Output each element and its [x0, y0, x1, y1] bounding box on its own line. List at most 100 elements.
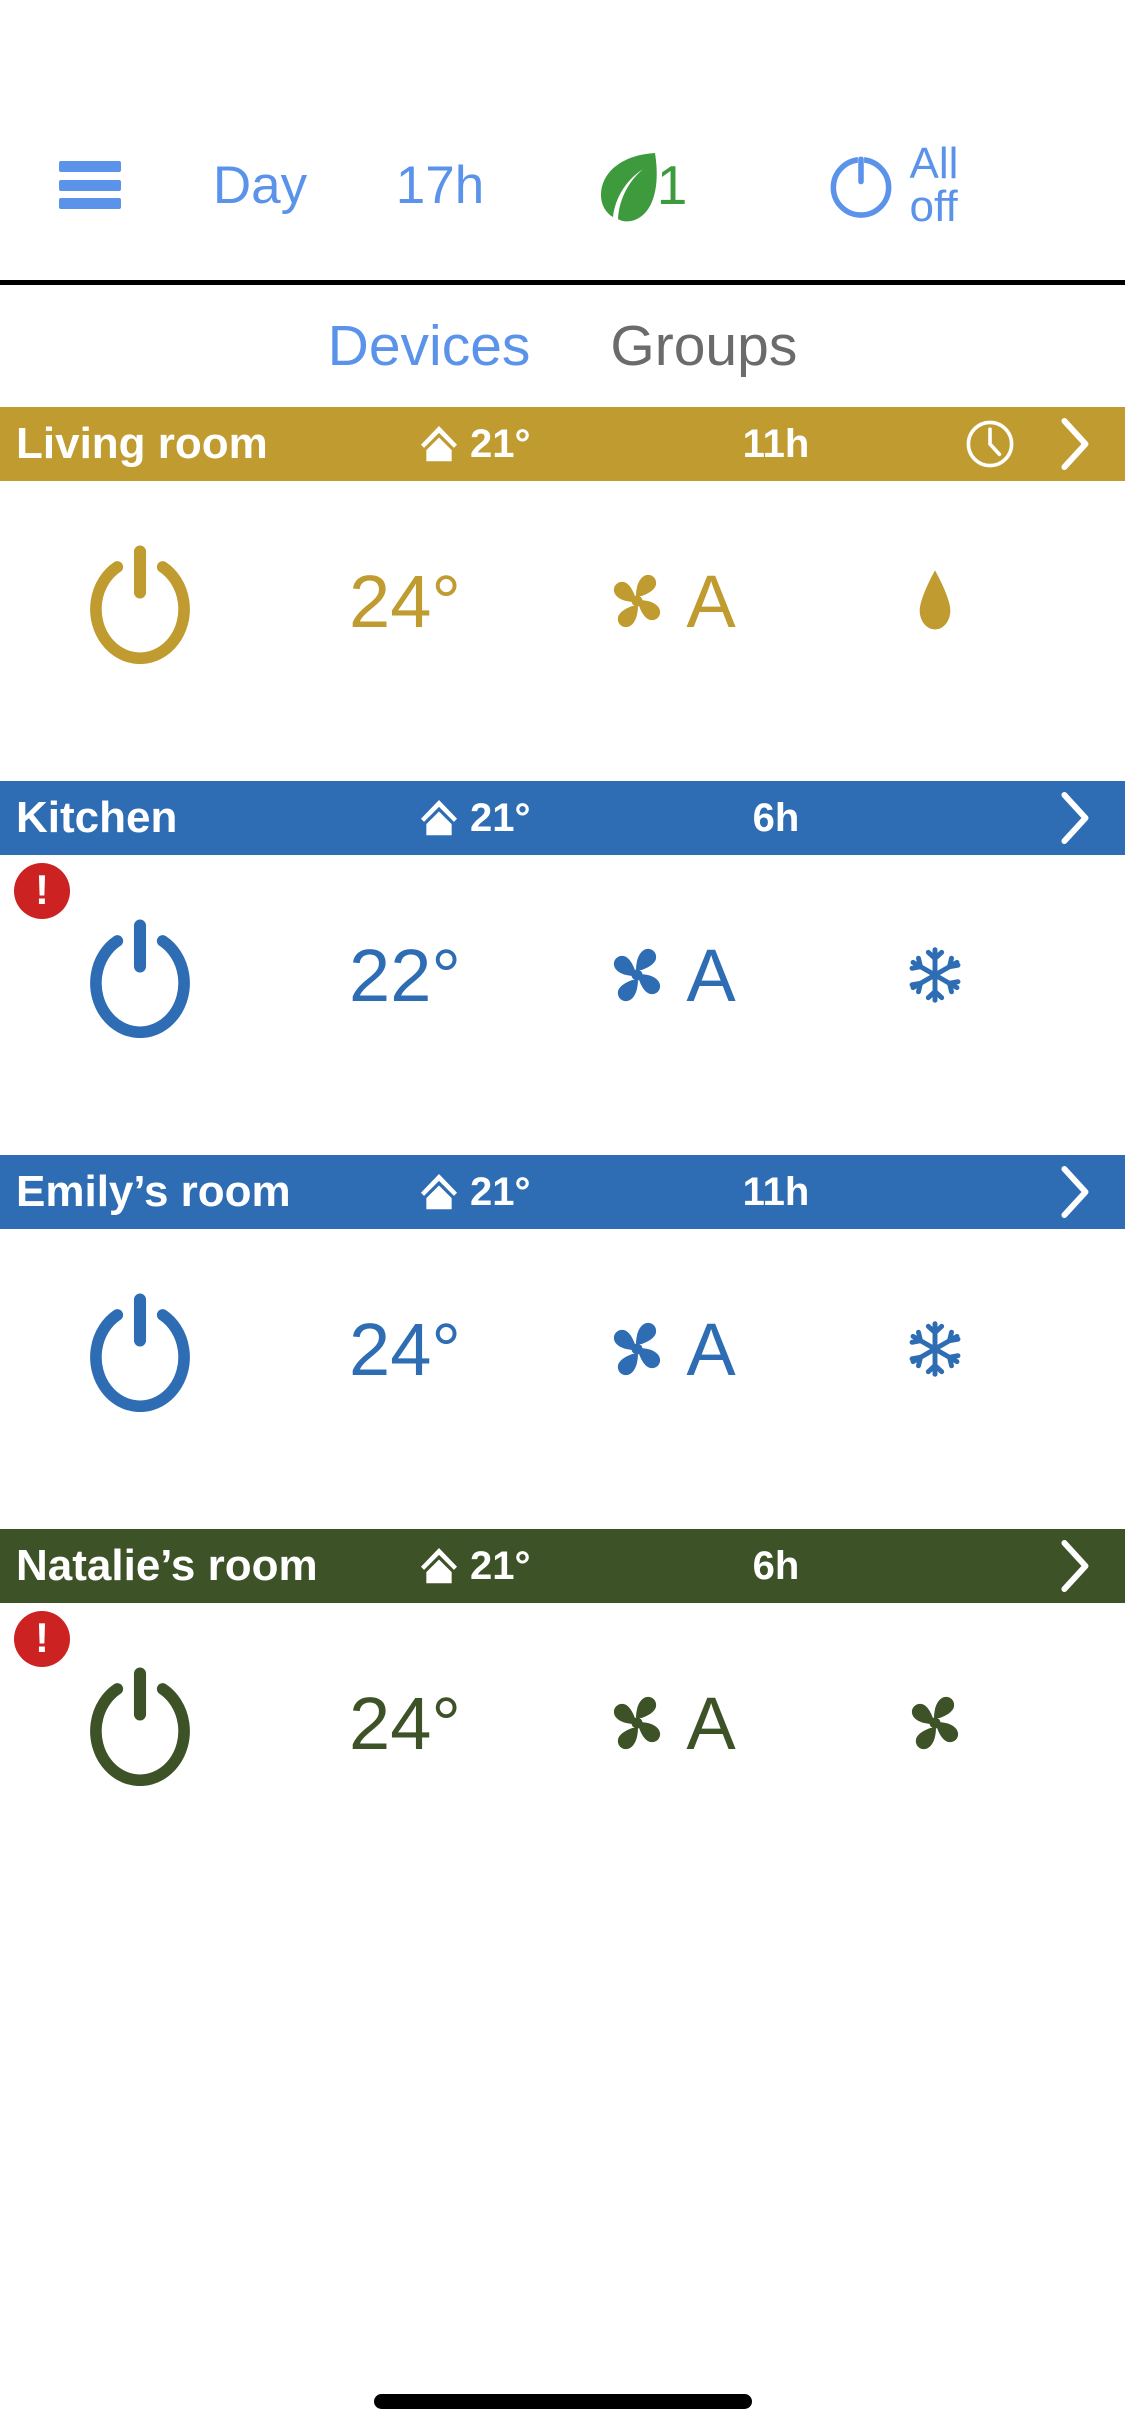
set-temperature[interactable]: 24°	[280, 1229, 530, 1469]
fan-speed-control[interactable]: A	[530, 1229, 810, 1469]
room-header-actions	[896, 413, 1107, 475]
home-icon	[420, 799, 458, 836]
alert-icon[interactable]: !	[14, 863, 70, 919]
chevron-right-icon[interactable]	[1051, 1161, 1097, 1223]
home-icon	[420, 1547, 458, 1584]
power-toggle[interactable]	[0, 1229, 280, 1469]
tab-bar: Devices Groups	[0, 285, 1125, 407]
power-toggle[interactable]	[0, 481, 280, 721]
set-temperature-value: 22°	[349, 933, 461, 1017]
room-header-actions	[896, 787, 1107, 849]
chevron-right-icon[interactable]	[1051, 1535, 1097, 1597]
clock-icon[interactable]	[963, 417, 1017, 471]
all-off-button[interactable]: All off	[740, 90, 1040, 280]
fan-icon[interactable]	[604, 1690, 670, 1756]
room-body: 24° A	[0, 481, 1125, 721]
room-body: ! 24° A	[0, 1603, 1125, 1843]
power-icon[interactable]	[77, 912, 203, 1038]
power-icon[interactable]	[77, 1660, 203, 1786]
water-drop-icon[interactable]	[908, 566, 962, 636]
ambient-temperature: 21°	[416, 421, 656, 467]
ambient-temperature-value: 21°	[470, 1543, 531, 1588]
home-icon	[420, 1173, 458, 1210]
hours-button[interactable]: 17h	[340, 90, 540, 280]
fan-speed-control[interactable]: A	[530, 1603, 810, 1843]
room-name: Natalie’s room	[16, 1541, 318, 1590]
fan-icon[interactable]	[604, 568, 670, 634]
room-header[interactable]: Kitchen 21° 6h	[0, 781, 1125, 855]
room-name: Kitchen	[16, 793, 178, 842]
room-body: ! 22° A	[0, 855, 1125, 1095]
rooms-list: Living room 21° 11h 24° A Kitchen 21° 6h…	[0, 407, 1125, 1903]
room-header[interactable]: Living room 21° 11h	[0, 407, 1125, 481]
home-indicator[interactable]	[373, 2393, 752, 2409]
room-card: Living room 21° 11h 24° A	[0, 407, 1125, 721]
card-separator	[0, 1469, 1125, 1529]
top-toolbar: Day 17h 1 All off	[0, 90, 1125, 280]
set-temperature[interactable]: 24°	[280, 1603, 530, 1843]
set-temperature[interactable]: 22°	[280, 855, 530, 1095]
snowflake-icon[interactable]	[904, 1318, 966, 1380]
ambient-temperature: 21°	[416, 1169, 656, 1215]
ambient-temperature: 21°	[416, 1543, 656, 1589]
card-separator	[0, 1843, 1125, 1903]
power-icon[interactable]	[77, 538, 203, 664]
eco-count-label: 1	[656, 154, 688, 216]
day-mode-label: Day	[212, 155, 308, 215]
power-icon	[830, 154, 891, 218]
chevron-right-icon[interactable]	[1051, 787, 1097, 849]
leaf-icon	[600, 153, 657, 222]
fan-speed-label: A	[686, 559, 736, 643]
day-mode-button[interactable]: Day	[180, 90, 340, 280]
operating-mode-control[interactable]	[810, 1229, 1060, 1469]
menu-button[interactable]	[0, 90, 180, 280]
home-indicator-zone	[0, 2350, 1125, 2436]
room-card: Emily’s room 21° 11h 24° A	[0, 1155, 1125, 1469]
chevron-right-icon[interactable]	[1051, 413, 1097, 475]
room-header[interactable]: Natalie’s room 21° 6h	[0, 1529, 1125, 1603]
app-screen: Day 17h 1 All off Devices Groups Living …	[0, 0, 1125, 2436]
schedule-hours: 6h	[752, 1543, 800, 1588]
fan-speed-control[interactable]: A	[530, 855, 810, 1095]
card-separator	[0, 721, 1125, 781]
room-card: Natalie’s room 21° 6h ! 24° A	[0, 1529, 1125, 1843]
hours-label: 17h	[395, 155, 485, 215]
set-temperature-value: 24°	[349, 1681, 461, 1765]
ambient-temperature-value: 21°	[470, 421, 531, 466]
card-separator	[0, 1095, 1125, 1155]
ambient-temperature: 21°	[416, 795, 656, 841]
fan-speed-label: A	[686, 933, 736, 1017]
room-header-actions	[896, 1535, 1107, 1597]
operating-mode-control[interactable]	[810, 855, 1060, 1095]
power-icon[interactable]	[77, 1286, 203, 1412]
room-header[interactable]: Emily’s room 21° 11h	[0, 1155, 1125, 1229]
schedule-hours: 11h	[742, 1169, 810, 1214]
status-bar	[0, 0, 1125, 90]
tab-devices[interactable]: Devices	[328, 313, 531, 379]
schedule-hours: 11h	[742, 421, 810, 466]
snowflake-icon[interactable]	[904, 944, 966, 1006]
room-header-actions	[896, 1161, 1107, 1223]
tab-groups[interactable]: Groups	[610, 313, 797, 379]
hamburger-menu-icon	[59, 161, 121, 209]
operating-mode-control[interactable]	[810, 1603, 1060, 1843]
fan-speed-control[interactable]: A	[530, 481, 810, 721]
fan-icon[interactable]	[604, 1316, 670, 1382]
fan-icon[interactable]	[902, 1690, 968, 1756]
room-card: Kitchen 21° 6h ! 22° A	[0, 781, 1125, 1095]
ambient-temperature-value: 21°	[470, 1169, 531, 1214]
home-icon	[420, 425, 458, 462]
eco-button[interactable]: 1	[540, 90, 740, 280]
set-temperature-value: 24°	[349, 559, 461, 643]
ambient-temperature-value: 21°	[470, 795, 531, 840]
set-temperature[interactable]: 24°	[280, 481, 530, 721]
operating-mode-control[interactable]	[810, 481, 1060, 721]
room-name: Emily’s room	[16, 1167, 291, 1216]
fan-speed-label: A	[686, 1681, 736, 1765]
schedule-hours: 6h	[752, 795, 800, 840]
fan-icon[interactable]	[604, 942, 670, 1008]
fan-speed-label: A	[686, 1307, 736, 1391]
alert-icon[interactable]: !	[14, 1611, 70, 1667]
room-body: 24° A	[0, 1229, 1125, 1469]
all-off-label: All off	[909, 138, 959, 231]
